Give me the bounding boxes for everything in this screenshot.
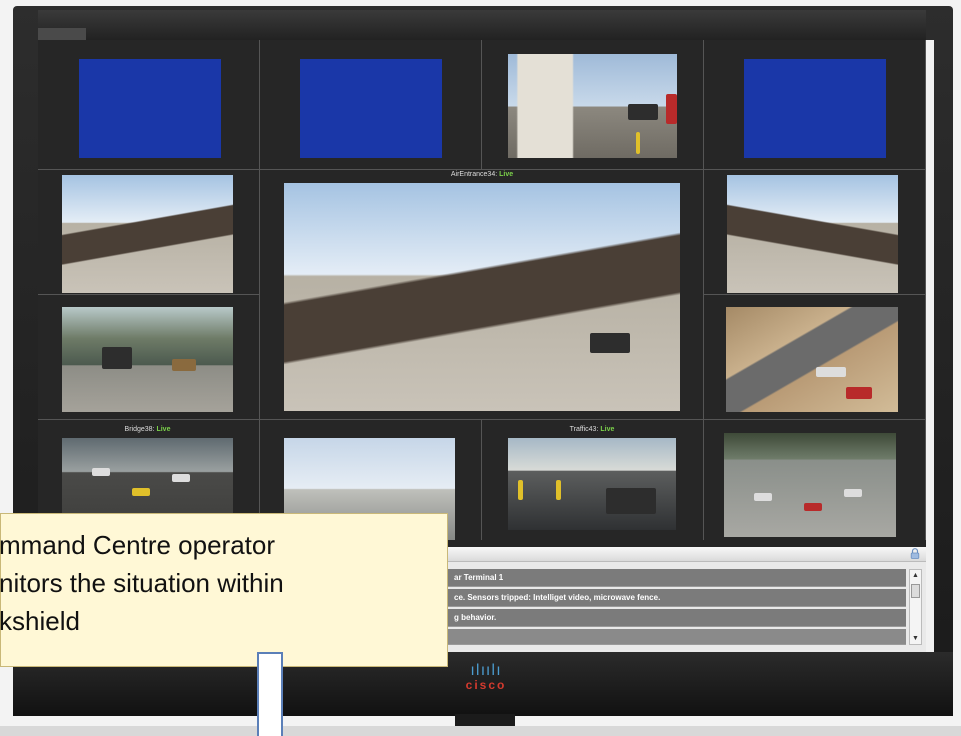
camera-caption: AirEntrance34: Live: [284, 171, 680, 178]
camera-tile-1[interactable]: [38, 40, 260, 170]
callout-pointer: [257, 652, 283, 736]
camera-tile-2[interactable]: [260, 40, 482, 170]
highway-trucks-feed: [726, 307, 898, 412]
camera-tile-8[interactable]: [704, 295, 926, 420]
border-fence-feed: [62, 175, 233, 293]
camera-name: Traffic43:: [569, 426, 599, 433]
no-signal-feed: [744, 59, 886, 158]
screen-edge: [926, 40, 934, 652]
event-row[interactable]: ce. Sensors tripped: Intelliget video, m…: [448, 589, 906, 607]
cisco-bars-icon: ılıılı: [470, 661, 502, 679]
callout-box: mmand Centre operator nitors the situati…: [0, 513, 448, 667]
camera-name: Bridge38:: [124, 426, 155, 433]
camera-caption: Traffic43: Live: [508, 426, 676, 433]
cisco-logo: ılıılı cisco: [448, 662, 524, 692]
camera-tile-6[interactable]: [704, 170, 926, 295]
camera-tile-4[interactable]: [704, 40, 926, 170]
camera-tile-11[interactable]: Traffic43: Live: [482, 420, 704, 550]
event-row-empty: [448, 629, 906, 645]
camera-tile-7[interactable]: [38, 295, 260, 420]
lock-icon[interactable]: [910, 548, 920, 559]
event-log-scrollbar[interactable]: ▲ ▼: [909, 569, 922, 645]
live-status: Live: [156, 426, 171, 433]
live-status: Live: [499, 171, 514, 178]
camera-caption: Bridge38: Live: [62, 426, 233, 433]
desk-surface: [0, 726, 961, 736]
checkpoint-booth-feed: [508, 54, 677, 158]
event-log-panel: ar Terminal 1 ce. Sensors tripped: Intel…: [448, 547, 926, 652]
scroll-thumb[interactable]: [911, 584, 920, 598]
event-row[interactable]: ar Terminal 1: [448, 569, 906, 587]
event-log-header: [448, 547, 926, 562]
camera-tile-main[interactable]: AirEntrance34: Live: [260, 170, 704, 420]
border-fence-feed: [727, 175, 898, 293]
traffic-camera-feed: Traffic43: Live: [508, 426, 676, 530]
event-row[interactable]: g behavior.: [448, 609, 906, 627]
monitor-bezel-top: [38, 10, 926, 40]
camera-tile-12[interactable]: [704, 420, 926, 550]
scroll-up-icon[interactable]: ▲: [910, 570, 921, 581]
camera-name: AirEntrance34:: [450, 171, 498, 178]
callout-text: mmand Centre operator nitors the situati…: [0, 530, 284, 636]
live-status: Live: [600, 426, 615, 433]
bezel-corner: [38, 28, 86, 40]
k9-patrol-feed: [62, 307, 233, 412]
scroll-down-icon[interactable]: ▼: [910, 633, 921, 644]
camera-tile-3[interactable]: [482, 40, 704, 170]
camera-tile-5[interactable]: [38, 170, 260, 295]
main-camera-feed: AirEntrance34: Live: [284, 171, 680, 411]
cisco-wordmark: cisco: [465, 678, 507, 692]
aerial-traffic-feed: [724, 433, 896, 537]
no-signal-feed: [79, 59, 221, 158]
no-signal-feed: [300, 59, 442, 158]
